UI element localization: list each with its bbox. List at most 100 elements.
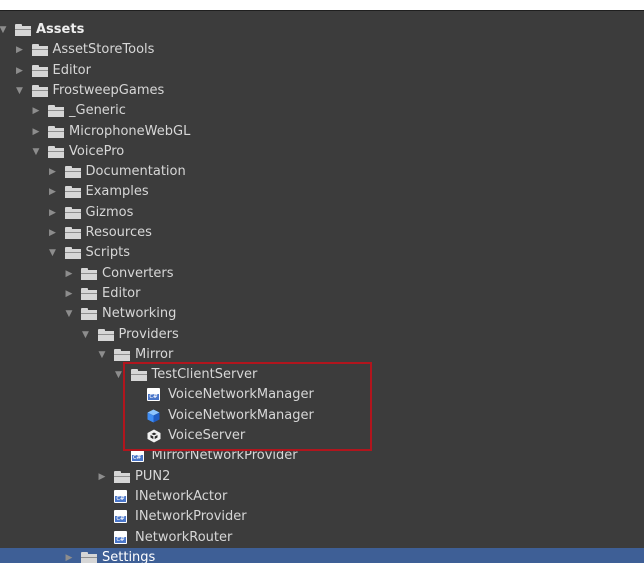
- tree-row-label: Editor: [52, 62, 91, 78]
- tree-row-label: Converters: [102, 265, 174, 281]
- expand-arrow-closed-icon[interactable]: ▶: [48, 223, 58, 243]
- tree-row-label: INetworkActor: [135, 488, 228, 504]
- expand-arrow-open-icon[interactable]: ▼: [97, 345, 107, 365]
- tree-row-generic[interactable]: ▶ _Generic: [0, 101, 644, 121]
- folder-icon: [48, 105, 65, 118]
- folder-icon: [114, 470, 131, 484]
- expand-arrow-closed-icon[interactable]: ▶: [64, 548, 74, 563]
- window-top-strip: [0, 0, 644, 10]
- tree-row-label: Providers: [118, 326, 179, 342]
- tree-row-voicenetworkmanager[interactable]: VoiceNetworkManager: [0, 385, 644, 405]
- tree-row-label: VoiceNetworkManager: [168, 387, 314, 403]
- tree-row-label: INetworkProvider: [135, 509, 247, 525]
- cs-script-icon: [114, 530, 127, 544]
- tree-row-voicenetworkmanager[interactable]: VoiceNetworkManager: [0, 406, 644, 426]
- folder-icon: [81, 287, 98, 301]
- tree-row-editor[interactable]: ▶ Editor: [0, 284, 644, 304]
- tree-row-label: Examples: [85, 184, 149, 200]
- tree-row-mirrornetworkprovider[interactable]: MirrorNetworkProvider: [0, 446, 644, 466]
- tree-row-label: VoicePro: [69, 143, 125, 159]
- tree-row-converters[interactable]: ▶ Converters: [0, 264, 644, 284]
- folder-icon: [48, 145, 65, 159]
- tree-row-frostweepgames[interactable]: ▼ FrostweepGames: [0, 81, 644, 101]
- project-window: ▼ Assets ▶ AssetStoreTools ▶ Editor ▼ Frostweep…: [0, 0, 644, 563]
- tree-row-label: VoiceNetworkManager: [168, 407, 314, 423]
- tree-row-label: Scripts: [85, 245, 130, 261]
- tree-row-label: Networking: [102, 306, 177, 322]
- tree-row-networking[interactable]: ▼ Networking: [0, 304, 644, 324]
- cs-script-icon: [130, 449, 144, 463]
- tree-row-providers[interactable]: ▼ Providers: [0, 325, 644, 345]
- tree-row-testclientserver[interactable]: ▼ TestClientServer: [0, 365, 644, 385]
- tree-row-label: Settings: [102, 549, 156, 563]
- expand-arrow-closed-icon[interactable]: ▶: [97, 467, 107, 487]
- folder-icon: [81, 308, 98, 321]
- tree-row-label: Documentation: [85, 164, 186, 180]
- folder-icon: [64, 166, 82, 179]
- tree-row-label: Gizmos: [85, 204, 134, 220]
- tree-row-editor[interactable]: ▶ Editor: [0, 61, 644, 81]
- folder-icon: [64, 206, 82, 220]
- tree-row-label: TestClientServer: [151, 367, 258, 383]
- expand-arrow-open-icon[interactable]: ▼: [0, 20, 8, 40]
- expand-arrow-closed-icon[interactable]: ▶: [64, 264, 74, 284]
- expand-arrow-open-icon[interactable]: ▼: [15, 81, 25, 101]
- tree-row-label: Editor: [102, 285, 141, 301]
- expand-arrow-open-icon[interactable]: ▼: [114, 365, 124, 385]
- expand-arrow-closed-icon[interactable]: ▶: [48, 182, 58, 202]
- tree-row-pun2[interactable]: ▶ PUN2: [0, 467, 644, 487]
- tree-row-microphonewebgl[interactable]: ▶ MicrophoneWebGL: [0, 122, 644, 142]
- tree-row-label: _Generic: [69, 103, 126, 119]
- expand-arrow-closed-icon[interactable]: ▶: [31, 122, 41, 142]
- tree-row-settings[interactable]: ▶ Settings: [0, 547, 644, 563]
- tree-row-label: Resources: [85, 225, 152, 240]
- expand-arrow-closed-icon[interactable]: ▶: [15, 61, 25, 81]
- tree-row-inetworkprovider[interactable]: INetworkProvider: [0, 507, 644, 527]
- tree-row-networkrouter[interactable]: NetworkRouter: [0, 528, 644, 548]
- tree-row-label: MirrorNetworkProvider: [151, 448, 298, 464]
- window-top-border: [0, 10, 644, 11]
- folder-icon: [64, 186, 82, 199]
- expand-arrow-closed-icon[interactable]: ▶: [31, 101, 41, 121]
- folder-icon: [15, 24, 32, 37]
- tree-row-label: NetworkRouter: [135, 529, 233, 545]
- tree-row-label: VoiceServer: [168, 428, 246, 443]
- folder-icon: [130, 369, 148, 382]
- tree-row-assetstoretools[interactable]: ▶ AssetStoreTools: [0, 40, 644, 60]
- tree-row-documentation[interactable]: ▶ Documentation: [0, 162, 644, 182]
- folder-icon: [64, 227, 82, 240]
- folder-icon: [31, 44, 49, 57]
- folder-icon: [31, 64, 49, 78]
- cs-script-icon: [114, 489, 127, 503]
- folder-icon: [81, 551, 98, 563]
- folder-icon: [64, 247, 82, 260]
- expand-arrow-open-icon[interactable]: ▼: [48, 243, 58, 263]
- folder-icon: [97, 328, 115, 342]
- tree-row-scripts[interactable]: ▼ Scripts: [0, 243, 644, 263]
- tree-row-gizmos[interactable]: ▶ Gizmos: [0, 203, 644, 223]
- expand-arrow-open-icon[interactable]: ▼: [81, 325, 91, 345]
- scene-icon: [147, 429, 161, 443]
- tree-row-inetworkactor[interactable]: INetworkActor: [0, 487, 644, 507]
- tree-row-label: PUN2: [135, 468, 171, 484]
- tree-row-label: MicrophoneWebGL: [69, 123, 191, 139]
- folder-icon: [48, 125, 65, 139]
- tree-row-examples[interactable]: ▶ Examples: [0, 182, 644, 202]
- expand-arrow-open-icon[interactable]: ▼: [31, 142, 41, 162]
- expand-arrow-closed-icon[interactable]: ▶: [48, 203, 58, 223]
- cs-script-icon: [114, 510, 127, 524]
- tree-row-resources[interactable]: ▶ Resources: [0, 223, 644, 243]
- expand-arrow-closed-icon[interactable]: ▶: [15, 40, 25, 60]
- tree-row-voicepro[interactable]: ▼ VoicePro: [0, 142, 644, 162]
- folder-icon: [114, 348, 131, 362]
- folder-icon: [31, 84, 49, 98]
- expand-arrow-closed-icon[interactable]: ▶: [64, 284, 74, 304]
- tree-row-voiceserver[interactable]: VoiceServer: [0, 426, 644, 446]
- tree-row-label: Assets: [36, 22, 85, 37]
- tree-row-assets[interactable]: ▼ Assets: [0, 20, 644, 40]
- tree-row-label: FrostweepGames: [52, 82, 165, 98]
- expand-arrow-open-icon[interactable]: ▼: [64, 304, 74, 324]
- expand-arrow-closed-icon[interactable]: ▶: [48, 162, 58, 182]
- tree-row-mirror[interactable]: ▼ Mirror: [0, 345, 644, 365]
- cs-script-icon: [147, 388, 160, 402]
